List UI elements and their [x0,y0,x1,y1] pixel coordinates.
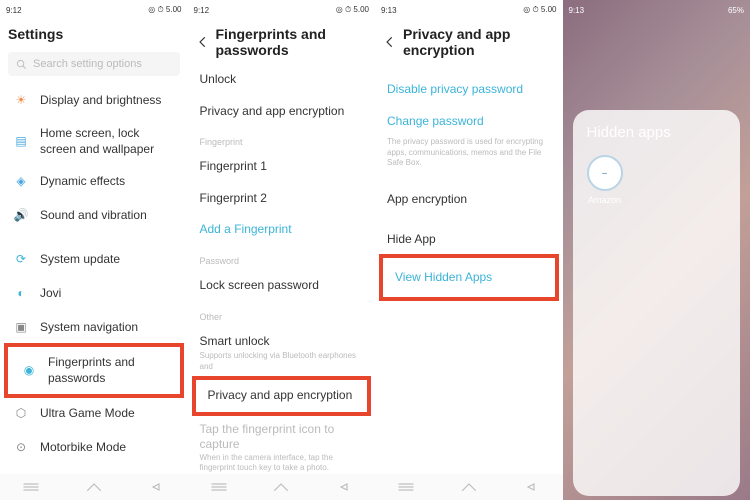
home-icon[interactable] [85,480,103,494]
amazon-icon: ⌣ [587,155,623,191]
item-label: System navigation [40,320,176,336]
change-password-item[interactable]: Change password [375,106,563,138]
item-icon: ◐ [12,285,30,303]
status-time: 9:13 [381,6,397,15]
hidden-app[interactable]: ⌣ Amazon [587,155,623,205]
group-password: Password [188,246,376,270]
item-label: Display and brightness [40,93,176,109]
item-icon: ☀ [12,92,30,110]
tap-fingerprint-item: Tap the fingerprint icon to capture [188,414,376,453]
back-soft-icon[interactable] [335,480,353,494]
search-icon [16,59,27,70]
group-other: Other [188,302,376,326]
status-right: ◎ ⏱ 5.00 [523,5,556,15]
item-icon: ◈ [12,173,30,191]
header: Fingerprints and passwords [188,20,376,64]
item-icon: ⬡ [12,404,30,422]
privacy-and-app-encryption-item[interactable]: Privacy and app encryption [196,380,368,412]
status-time: 9:12 [194,6,210,15]
highlight-view-hidden: View Hidden Apps [379,254,559,302]
disable-privacy-item[interactable]: Disable privacy password [375,74,563,106]
chevron-left-icon [383,35,397,49]
item-label: Motorbike Mode [40,440,176,456]
privacy-pane: 9:13 ◎ ⏱ 5.00 Privacy and app encryption… [375,0,563,500]
page-title: Settings [0,20,188,48]
settings-item-system-update[interactable]: ⟳ System update [0,243,188,277]
item-label: Fingerprints and passwords [48,355,168,386]
unlock-item[interactable]: Unlock [188,64,376,96]
settings-item-dynamic-effects[interactable]: ◈ Dynamic effects [0,165,188,199]
back-soft-icon[interactable] [522,480,540,494]
status-right: ◎ ⏱ 5.00 [336,5,369,15]
item-label: System update [40,252,176,268]
item-label: Sound and vibration [40,208,176,224]
hidden-apps-pane: 9:13 65% Hidden apps ⌣ Amazon [563,0,750,500]
item-label: Dynamic effects [40,174,176,190]
status-bar: 9:12 ◎ ⏱ 5.00 [0,0,188,20]
settings-list: ☀ Display and brightness ▤ Home screen, loc… [0,84,188,500]
home-icon[interactable] [460,480,478,494]
back-button[interactable] [383,34,397,50]
chevron-left-icon [196,35,210,49]
fingerprints-pane: 9:12 ◎ ⏱ 5.00 Fingerprints and passwords… [188,0,376,500]
recent-icon[interactable] [22,480,40,494]
settings-item-ultra-game-mode[interactable]: ⬡ Ultra Game Mode [0,396,188,430]
home-icon[interactable] [272,480,290,494]
settings-item-motorbike-mode[interactable]: ⊙ Motorbike Mode [0,430,188,464]
fingerprint-2-item[interactable]: Fingerprint 2 [188,183,376,215]
group-fingerprint: Fingerprint [188,127,376,151]
highlight-privacy: Privacy and app encryption [192,376,372,416]
settings-item-jovi[interactable]: ◐ Jovi [0,277,188,311]
back-soft-icon[interactable] [147,480,165,494]
settings-item-fingerprints-and-passwords[interactable]: ◉ Fingerprints and passwords [8,347,180,394]
nav-bar [188,474,376,500]
smart-unlock-item[interactable]: Smart unlock [188,326,376,352]
status-time: 9:13 [569,6,585,15]
hide-app-item[interactable]: Hide App [375,224,563,256]
privacy-note: The privacy password is used for encrypt… [375,137,563,174]
nav-bar [0,474,188,500]
item-label: Jovi [40,286,176,302]
item-icon: ⟳ [12,251,30,269]
header: Privacy and app encryption [375,20,563,64]
recent-icon[interactable] [397,480,415,494]
page-title: Privacy and app encryption [403,26,555,58]
search-placeholder: Search setting options [33,58,142,70]
settings-pane: 9:12 ◎ ⏱ 5.00 Settings Search setting op… [0,0,188,500]
view-hidden-apps-item[interactable]: View Hidden Apps [383,258,555,298]
recent-icon[interactable] [210,480,228,494]
hidden-apps-sheet: Hidden apps ⌣ Amazon [573,110,741,496]
status-bar: 9:12 ◎ ⏱ 5.00 [188,0,376,20]
item-icon: ⊙ [12,438,30,456]
fingerprint-1-item[interactable]: Fingerprint 1 [188,151,376,183]
page-title: Fingerprints and passwords [216,26,368,58]
add-fingerprint-item[interactable]: Add a Fingerprint [188,214,376,246]
search-input[interactable]: Search setting options [8,52,180,76]
back-button[interactable] [196,34,210,50]
lock-screen-password-item[interactable]: Lock screen password [188,270,376,302]
status-bar: 9:13 ◎ ⏱ 5.00 [375,0,563,20]
smart-unlock-sub: Supports unlocking via Bluetooth earphon… [188,351,376,378]
status-right: ◎ ⏱ 5.00 [148,5,181,15]
sheet-title: Hidden apps [587,124,727,141]
item-label: Ultra Game Mode [40,406,176,422]
app-encryption-item[interactable]: App encryption [375,184,563,216]
item-icon: ▤ [12,133,30,151]
status-time: 9:12 [6,6,22,15]
settings-item-system-navigation[interactable]: ▣ System navigation [0,311,188,345]
item-label: Home screen, lock screen and wallpaper [40,126,176,157]
privacy-encryption-item[interactable]: Privacy and app encryption [188,96,376,128]
item-icon: 🔊 [12,207,30,225]
status-bar: 9:13 65% [563,0,750,20]
highlight-fingerprints: ◉ Fingerprints and passwords [4,343,184,398]
settings-item-sound-and-vibration[interactable]: 🔊 Sound and vibration [0,199,188,233]
item-icon: ▣ [12,319,30,337]
nav-bar [375,474,563,500]
item-icon: ◉ [20,362,38,380]
settings-item-home-screen-lock-screen-and-wallpaper[interactable]: ▤ Home screen, lock screen and wallpaper [0,118,188,165]
status-right: 65% [728,6,744,15]
settings-item-display-and-brightness[interactable]: ☀ Display and brightness [0,84,188,118]
app-label: Amazon [588,195,621,205]
